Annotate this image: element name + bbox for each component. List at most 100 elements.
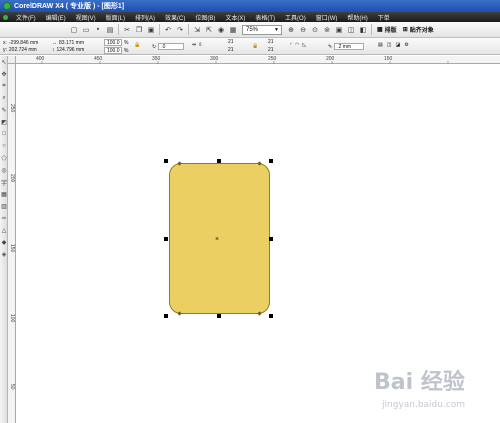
- menu-help[interactable]: 帮助(H): [347, 13, 367, 22]
- corner-tl-field[interactable]: 21: [228, 39, 234, 45]
- chamfer-corner-icon[interactable]: ◺: [302, 42, 306, 48]
- rounded-rectangle-shape[interactable]: [169, 163, 270, 314]
- polygon-tool-icon[interactable]: ⬠: [0, 152, 8, 164]
- ruler-label: 350: [152, 56, 161, 62]
- height-field[interactable]: 124.796 mm: [57, 47, 85, 53]
- selection-handle-top-right[interactable]: [269, 159, 273, 163]
- zoom-height-icon[interactable]: ◧: [358, 25, 368, 35]
- zoom-selected-icon[interactable]: ⊙: [310, 25, 320, 35]
- menu-bitmaps[interactable]: 位图(B): [195, 13, 215, 22]
- selection-handle-top[interactable]: [217, 159, 221, 163]
- scallop-corner-icon[interactable]: ◠: [295, 42, 299, 48]
- app-menu-icon[interactable]: [3, 14, 8, 20]
- selection-handle-right[interactable]: [269, 237, 273, 241]
- welcome-icon[interactable]: ▦: [228, 25, 238, 35]
- mirror-vertical-icon[interactable]: ⇳: [198, 42, 202, 48]
- scale-height-field[interactable]: 100.0: [104, 47, 122, 54]
- menu-text[interactable]: 文本(X): [225, 13, 245, 22]
- ruler-label: 150: [9, 244, 15, 253]
- snap-objects-button[interactable]: ⊞ 贴齐对象: [403, 25, 434, 34]
- zoom-page-icon[interactable]: ▣: [334, 25, 344, 35]
- blend-tool-icon[interactable]: ▥: [0, 200, 8, 212]
- rectangle-tool-icon[interactable]: □: [0, 128, 8, 140]
- print-icon[interactable]: ▤: [105, 25, 115, 35]
- corner-br-field[interactable]: 21: [268, 47, 274, 53]
- menu-download[interactable]: 下单: [378, 13, 390, 22]
- zoom-tool-icon[interactable]: ⌕: [0, 92, 8, 104]
- horizontal-ruler[interactable]: 400 450 350 300 250 200 150: [16, 56, 500, 64]
- eyedropper-tool-icon[interactable]: ✑: [0, 212, 8, 224]
- ruler-label: 250: [268, 56, 277, 62]
- ruler-label: 200: [326, 56, 335, 62]
- copy-icon[interactable]: ❐: [134, 25, 144, 35]
- export-icon[interactable]: ⇱: [204, 25, 214, 35]
- watermark-brand: Bai 经验: [374, 370, 465, 395]
- y-position-field[interactable]: 202.724 mm: [9, 47, 37, 53]
- selection-handle-bottom-right[interactable]: [269, 314, 273, 318]
- outline-pen-icon: ✎: [328, 43, 333, 50]
- redo-icon[interactable]: ↷: [175, 25, 185, 35]
- menu-file[interactable]: 文件(F): [16, 13, 36, 22]
- menu-tools[interactable]: 工具(O): [285, 13, 306, 22]
- round-corner-icon[interactable]: ◜: [290, 42, 292, 48]
- to-front-icon[interactable]: ◫: [387, 42, 392, 48]
- selection-handle-bottom-left[interactable]: [164, 314, 168, 318]
- zoom-level-select[interactable]: 75% ▼: [242, 24, 282, 35]
- percent-width-label: %: [124, 39, 129, 46]
- freehand-tool-icon[interactable]: ✎: [0, 104, 8, 116]
- crop-tool-icon[interactable]: ⌗: [0, 80, 8, 92]
- smart-fill-icon[interactable]: ◩: [0, 116, 8, 128]
- app-launcher-icon[interactable]: ◉: [216, 25, 226, 35]
- interactive-fill-icon[interactable]: ◈: [0, 248, 8, 260]
- lock-ratio-icon[interactable]: 🔒: [134, 42, 140, 48]
- zoom-out-icon[interactable]: ⊖: [298, 25, 308, 35]
- fill-tool-icon[interactable]: ◆: [0, 236, 8, 248]
- coreldraw-logo-icon: [3, 2, 11, 10]
- zoom-in-icon[interactable]: ⊕: [286, 25, 296, 35]
- menu-layout[interactable]: 版面(L): [106, 13, 125, 22]
- basic-shapes-icon[interactable]: ◎: [0, 164, 8, 176]
- pick-tool-icon[interactable]: ↖: [0, 56, 8, 68]
- zoom-width-icon[interactable]: ◫: [346, 25, 356, 35]
- shape-tool-icon[interactable]: ✥: [0, 68, 8, 80]
- menu-window[interactable]: 窗口(W): [316, 13, 338, 22]
- open-folder-icon[interactable]: ▭: [81, 25, 91, 35]
- mirror-horizontal-icon[interactable]: ⇹: [192, 42, 196, 48]
- cut-icon[interactable]: ✂: [122, 25, 132, 35]
- y-label: y:: [3, 47, 7, 53]
- ellipse-tool-icon[interactable]: ○: [0, 140, 8, 152]
- paste-icon[interactable]: ▣: [146, 25, 156, 35]
- ruler-origin[interactable]: [8, 56, 16, 64]
- menu-view[interactable]: 视图(V): [76, 13, 96, 22]
- wrap-text-icon[interactable]: ▤: [378, 42, 383, 48]
- menu-arrange[interactable]: 排列(A): [135, 13, 155, 22]
- undo-icon[interactable]: ↶: [163, 25, 173, 35]
- corner-lock-icon[interactable]: 🔒: [252, 43, 258, 49]
- table-tool-icon[interactable]: ▦: [0, 188, 8, 200]
- menu-table[interactable]: 表格(T): [255, 13, 275, 22]
- outline-width-select[interactable]: .2 mm: [334, 43, 365, 50]
- ruler-label: 450: [94, 56, 103, 62]
- zoom-all-icon[interactable]: ⊚: [322, 25, 332, 35]
- vertical-ruler[interactable]: 250 200 150 100 50: [8, 64, 16, 423]
- save-icon[interactable]: ▪: [93, 25, 103, 35]
- to-back-icon[interactable]: ◪: [395, 42, 400, 48]
- scale-width-field[interactable]: 100.0: [104, 39, 122, 46]
- outline-tool-icon[interactable]: △: [0, 224, 8, 236]
- menu-edit[interactable]: 编辑(E): [46, 13, 66, 22]
- convert-curves-icon[interactable]: ⚙: [404, 42, 408, 48]
- import-icon[interactable]: ⇲: [192, 25, 202, 35]
- text-tool-icon[interactable]: 字: [0, 176, 8, 188]
- selection-handle-bottom[interactable]: [217, 314, 221, 318]
- x-position-field[interactable]: -299.846 mm: [9, 40, 38, 46]
- zoom-level-value: 75%: [246, 26, 259, 33]
- width-field[interactable]: 83.171 mm: [59, 40, 84, 46]
- corner-bl-field[interactable]: 21: [228, 47, 234, 53]
- rotation-field[interactable]: .0: [158, 43, 185, 50]
- selection-handle-left[interactable]: [164, 237, 168, 241]
- typeset-button[interactable]: ▦ 排版: [377, 25, 397, 34]
- new-document-icon[interactable]: ▢: [69, 25, 79, 35]
- menu-effects[interactable]: 效果(C): [165, 13, 185, 22]
- selection-handle-top-left[interactable]: [164, 159, 168, 163]
- corner-tr-field[interactable]: 21: [268, 39, 274, 45]
